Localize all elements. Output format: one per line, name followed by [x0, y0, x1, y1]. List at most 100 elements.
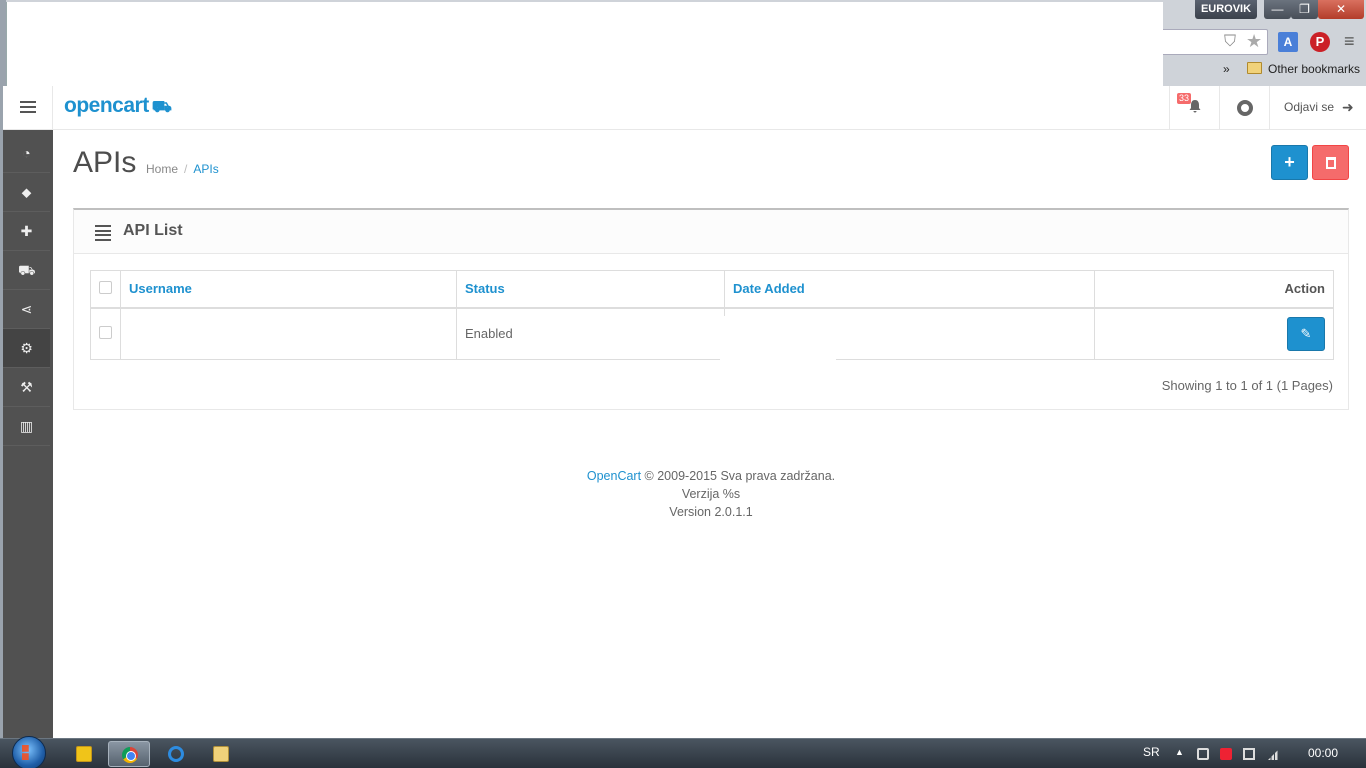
sidebar-item-dashboard[interactable]: ◔: [3, 134, 50, 173]
taskbar-internet-explorer[interactable]: [155, 741, 197, 767]
pinterest-icon[interactable]: P: [1310, 32, 1330, 52]
sort-date-added-link[interactable]: Date Added: [733, 281, 805, 296]
bookmark-star-icon[interactable]: ★: [1246, 31, 1262, 51]
sidebar-item-tools[interactable]: ⚒: [3, 368, 50, 407]
version-line-1: Verzija %s: [681, 487, 741, 501]
sort-status-link[interactable]: Status: [465, 281, 505, 296]
edit-button[interactable]: ✎: [1287, 316, 1325, 351]
pagination-info: Showing 1 to 1 of 1 (1 Pages): [1161, 378, 1333, 393]
window-maximize-button[interactable]: ❐: [1291, 0, 1318, 19]
help-button[interactable]: [1219, 86, 1269, 130]
date-added-header: Date Added: [724, 270, 1095, 309]
language-indicator[interactable]: SR: [1143, 745, 1160, 759]
opencart-link[interactable]: OpenCart: [587, 469, 641, 483]
browser-menu-icon[interactable]: ≡: [1344, 31, 1355, 51]
other-bookmarks-link[interactable]: Other bookmarks: [1268, 62, 1360, 76]
taskbar-chrome[interactable]: [108, 741, 150, 767]
cart-logo-icon: ⛟: [151, 99, 172, 116]
username-header: Username: [120, 270, 457, 309]
chrome-icon: [122, 747, 138, 763]
action-center-flag-icon[interactable]: [1220, 748, 1232, 760]
internet-explorer-icon: [168, 746, 184, 762]
breadcrumb-separator: /: [184, 162, 188, 176]
row-select-cell: [90, 307, 121, 360]
trash-icon: [1326, 157, 1336, 169]
logo-text: opencart: [64, 94, 149, 117]
action-header: Action: [1094, 270, 1334, 309]
tags-icon: ⬥: [21, 184, 32, 200]
header-actions: 33 Odjavi se ➜: [1169, 86, 1366, 130]
bar-chart-icon: ▥: [19, 418, 34, 434]
wrench-icon: ⚒: [20, 379, 33, 395]
row-checkbox[interactable]: [99, 325, 112, 339]
bookmarks-bar: » Other bookmarks: [1163, 58, 1366, 82]
copyright-line: OpenCart © 2009-2015 Sva prava zadržana.: [53, 467, 1366, 485]
panel-heading: API List: [74, 210, 1348, 254]
logout-label: Odjavi se: [1284, 100, 1335, 114]
page-footer: OpenCart © 2009-2015 Sva prava zadržana.…: [53, 467, 1366, 521]
table-row: Enabled ✎: [90, 307, 1334, 360]
sign-out-icon: ➜: [1342, 99, 1354, 115]
api-list-panel: API List Username Status Date Added Acti…: [73, 208, 1349, 410]
folder-icon: [1247, 62, 1262, 74]
shield-icon[interactable]: ⛉: [1224, 32, 1236, 52]
window-minimize-button[interactable]: —: [1264, 0, 1291, 19]
network-signal-icon[interactable]: [1268, 748, 1280, 760]
indent-icon: [20, 101, 36, 114]
notification-count-badge: 33: [1177, 93, 1192, 104]
select-all-checkbox[interactable]: [99, 280, 112, 294]
sidebar-item-catalog[interactable]: ⬥: [3, 173, 50, 212]
browser-profile-badge[interactable]: EUROVIK: [1195, 0, 1257, 19]
sidebar-item-system[interactable]: ⚙: [3, 329, 50, 368]
admin-header: opencart ⛟ 33 Odjavi se ➜: [0, 86, 1366, 130]
api-table: Username Status Date Added Action Enable…: [90, 270, 1334, 360]
pencil-icon: ✎: [1300, 325, 1312, 341]
status-cell: Enabled: [456, 307, 725, 360]
start-button[interactable]: [12, 736, 46, 768]
show-hidden-icons-button[interactable]: ▲: [1175, 747, 1184, 757]
sort-username-link[interactable]: Username: [129, 281, 192, 296]
username-cell: [120, 307, 457, 360]
opencart-logo[interactable]: opencart ⛟: [64, 94, 172, 118]
clock[interactable]: 00:00: [1308, 746, 1338, 760]
taskbar-file-explorer[interactable]: [200, 741, 242, 767]
breadcrumb-current-link[interactable]: APIs: [193, 162, 218, 176]
notifications-button[interactable]: 33: [1169, 86, 1219, 130]
puzzle-icon: ✚: [20, 223, 33, 239]
breadcrumb-home-link[interactable]: Home: [146, 162, 178, 176]
logout-button[interactable]: Odjavi se ➜: [1269, 86, 1366, 130]
breadcrumb: Home / APIs: [146, 162, 219, 176]
select-all-cell: [90, 270, 121, 309]
sidebar-toggle-button[interactable]: [3, 86, 53, 130]
delete-button[interactable]: [1312, 145, 1349, 180]
version-line-2: Version 2.0.1.1: [669, 505, 753, 519]
windows-logo-icon: [22, 745, 29, 760]
dashboard-icon: ◔: [22, 145, 31, 161]
copyright-text: © 2009-2015 Sva prava zadržana.: [641, 469, 836, 483]
windows-taskbar: SR ▲ 00:00: [0, 736, 1366, 768]
window-close-button[interactable]: ✕: [1318, 0, 1364, 19]
lifebuoy-icon: [1237, 100, 1253, 116]
taskbar-outlook[interactable]: [63, 741, 105, 767]
browser-toolbar-obscured-area: [6, 2, 1163, 86]
sidebar-item-marketing[interactable]: ⋖: [3, 290, 50, 329]
page-title: APIs: [73, 146, 137, 179]
status-header: Status: [456, 270, 725, 309]
translate-icon[interactable]: A: [1278, 32, 1298, 52]
redacted-area: [720, 316, 836, 360]
folder-icon: [213, 746, 229, 762]
dropbox-icon[interactable]: [1197, 748, 1209, 760]
usb-device-icon[interactable]: [1243, 748, 1255, 760]
bookmarks-overflow-chevron[interactable]: »: [1223, 62, 1230, 76]
sidebar-item-extensions[interactable]: ✚: [3, 212, 50, 251]
share-icon: ⋖: [20, 301, 33, 317]
sidebar-item-reports[interactable]: ▥: [3, 407, 50, 446]
admin-sidebar: ◔ ⬥ ✚ ⛟ ⋖ ⚙ ⚒ ▥: [3, 130, 53, 738]
add-api-button[interactable]: +: [1271, 145, 1308, 180]
sidebar-item-sales[interactable]: ⛟: [3, 251, 50, 290]
table-header-row: Username Status Date Added Action: [90, 270, 1334, 309]
outlook-icon: [76, 746, 92, 762]
action-cell: ✎: [1094, 307, 1334, 360]
gear-icon: ⚙: [20, 340, 33, 356]
cart-icon: ⛟: [18, 262, 36, 278]
